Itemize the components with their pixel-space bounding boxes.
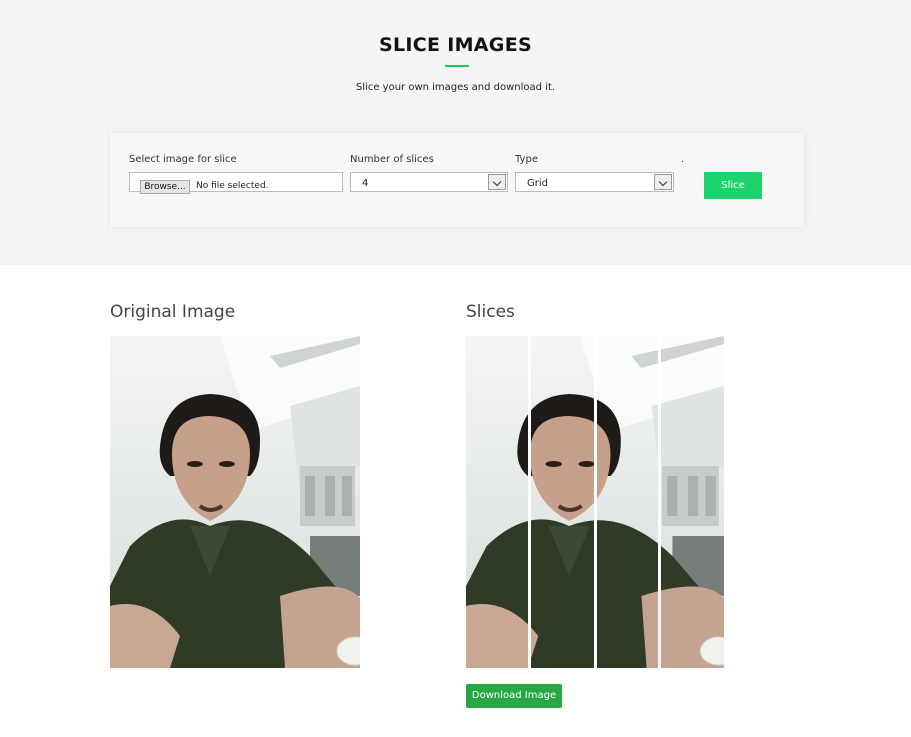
page-title: SLICE IMAGES (379, 34, 532, 56)
hero-section: SLICE IMAGES Slice your own images and d… (0, 0, 911, 265)
type-value: Grid (527, 178, 548, 189)
dot-label: . (681, 154, 685, 165)
browse-button[interactable]: Browse... (140, 180, 190, 194)
slices-title: Slices (466, 302, 515, 322)
file-status: No file selected. (196, 181, 269, 191)
original-image (110, 336, 360, 668)
download-image-button[interactable]: Download Image (466, 684, 562, 708)
slice-divider (528, 336, 531, 668)
slice-button[interactable]: Slice (704, 172, 762, 199)
original-image-title: Original Image (110, 302, 236, 322)
slice-form-card: Select image for slice Browse... No file… (110, 133, 804, 227)
chevron-down-icon[interactable] (654, 174, 672, 190)
portrait-photo (110, 336, 360, 668)
title-underline (445, 65, 469, 67)
slices-label: Number of slices (350, 154, 434, 165)
slice-divider (594, 336, 597, 668)
type-label: Type (515, 154, 538, 165)
slices-value: 4 (362, 178, 369, 189)
file-label: Select image for slice (129, 154, 237, 165)
page-subtitle: Slice your own images and download it. (355, 82, 556, 93)
slices-select[interactable] (350, 172, 508, 192)
slice-divider (658, 336, 661, 668)
chevron-down-icon[interactable] (488, 174, 506, 190)
